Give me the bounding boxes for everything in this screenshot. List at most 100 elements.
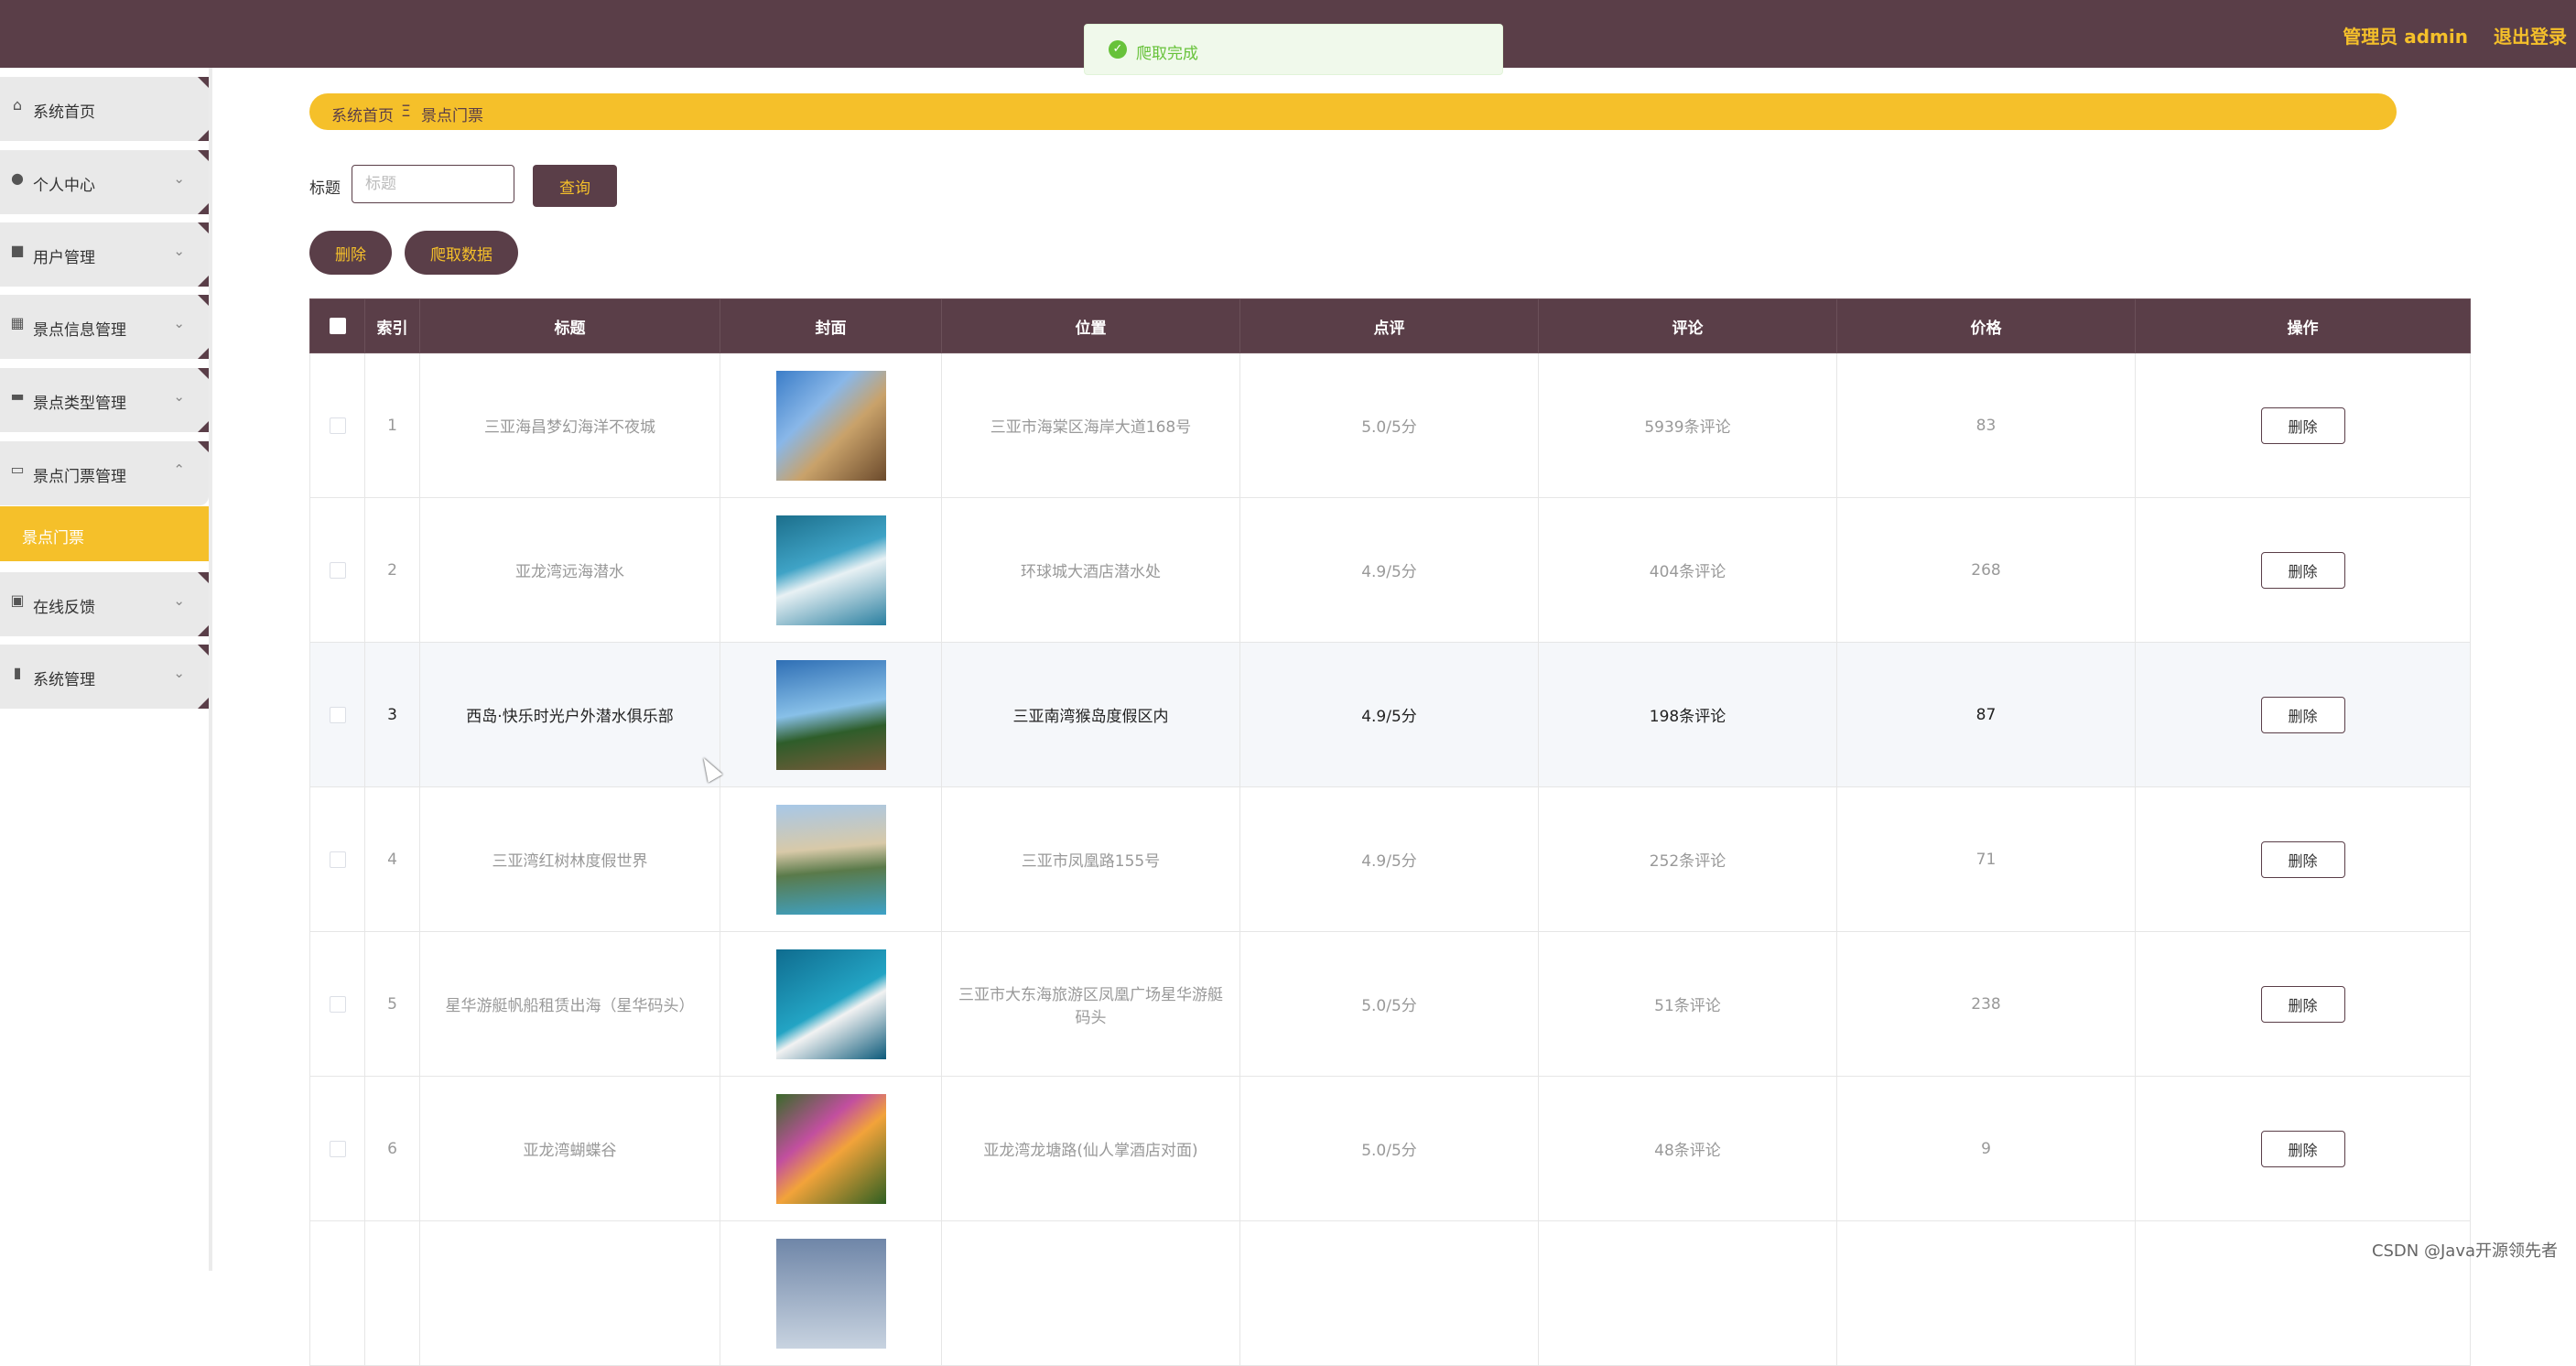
cell-title: 亚龙湾远海潜水	[419, 497, 720, 643]
search-label: 标题	[309, 179, 341, 198]
cell-comments: 252条评论	[1538, 786, 1837, 932]
cover-image	[775, 804, 886, 915]
cell-title: 亚龙湾蝴蝶谷	[419, 1076, 720, 1221]
query-button[interactable]: 查询	[533, 165, 617, 207]
column-header: 点评	[1239, 298, 1539, 353]
row-checkbox[interactable]	[329, 706, 346, 723]
sidebar: ⌂ 系统首页 ● 个人中心 ⌄ ■ 用户管理 ⌄ ▦ 景点信息管理 ⌄ ▬ 景点…	[0, 68, 212, 1271]
column-header: 操作	[2135, 298, 2471, 353]
success-toast: ✓ 爬取完成	[1084, 24, 1503, 75]
sidebar-item-scenic-type[interactable]: ▬ 景点类型管理 ⌄	[0, 368, 209, 432]
column-header: 位置	[941, 298, 1240, 353]
tickets-table: 索引 标题 封面 位置 点评 评论 价格 操作 1 三亚海昌梦幻海洋不夜城 三亚…	[309, 298, 2471, 1366]
row-delete-button[interactable]: 删除	[2260, 985, 2345, 1023]
cover-image	[775, 1093, 886, 1204]
cover-image	[775, 949, 886, 1059]
cell-location: 三亚市大东海旅游区凤凰广场星华游艇码头	[941, 931, 1240, 1077]
row-checkbox[interactable]	[329, 995, 346, 1013]
sidebar-item-label: 用户管理	[33, 249, 95, 267]
breadcrumb-home[interactable]: 系统首页	[331, 103, 394, 125]
cell-location: 亚龙湾龙塘路(仙人掌酒店对面)	[941, 1076, 1240, 1221]
home-icon: ⌂	[12, 96, 23, 114]
sidebar-item-home[interactable]: ⌂ 系统首页	[0, 77, 209, 141]
cell-index: 5	[364, 931, 420, 1077]
breadcrumb-separator-icon: Ξ	[401, 103, 411, 121]
chevron-down-icon: ⌄	[173, 592, 185, 609]
column-header: 价格	[1836, 298, 2136, 353]
table-row: 1 三亚海昌梦幻海洋不夜城 三亚市海棠区海岸大道168号 5.0/5分 5939…	[309, 352, 2471, 498]
table-row: 3 西岛·快乐时光户外潜水俱乐部 三亚南湾猴岛度假区内 4.9/5分 198条评…	[309, 642, 2471, 787]
cell-price: 83	[1836, 352, 2136, 498]
table-row: 4 三亚湾红树林度假世界 三亚市凤凰路155号 4.9/5分 252条评论 71…	[309, 786, 2471, 932]
cell-comments: 198条评论	[1538, 642, 1837, 787]
title-search-input[interactable]	[352, 165, 514, 203]
cell-index: 4	[364, 786, 420, 932]
cover-image	[775, 370, 886, 481]
cover-image	[775, 659, 886, 770]
grid-icon: ▦	[10, 314, 25, 331]
cell-location: 三亚市海棠区海岸大道168号	[941, 352, 1240, 498]
cell-rating: 4.9/5分	[1239, 497, 1539, 643]
sidebar-item-label: 个人中心	[33, 177, 95, 195]
briefcase-icon: ▬	[10, 387, 25, 405]
sidebar-item-system[interactable]: ▮ 系统管理 ⌄	[0, 645, 209, 709]
table-row: 6 亚龙湾蝴蝶谷 亚龙湾龙塘路(仙人掌酒店对面) 5.0/5分 48条评论 9 …	[309, 1076, 2471, 1221]
sidebar-item-label: 景点信息管理	[33, 321, 126, 340]
cover-image	[775, 515, 886, 625]
table-header-row: 索引 标题 封面 位置 点评 评论 价格 操作	[309, 298, 2471, 353]
row-delete-button[interactable]: 删除	[2260, 407, 2345, 444]
cell-title: 三亚海昌梦幻海洋不夜城	[419, 352, 720, 498]
cell-rating: 5.0/5分	[1239, 1076, 1539, 1221]
cell-location: 三亚南湾猴岛度假区内	[941, 642, 1240, 787]
submenu-item-tickets[interactable]: 景点门票	[0, 506, 209, 561]
sidebar-item-profile[interactable]: ● 个人中心 ⌄	[0, 150, 209, 214]
cell-comments: 48条评论	[1538, 1076, 1837, 1221]
sidebar-item-label: 景点门票管理	[33, 468, 126, 486]
clipboard-icon: ▣	[10, 591, 25, 609]
row-checkbox[interactable]	[329, 1140, 346, 1157]
sidebar-item-label: 系统首页	[33, 103, 95, 122]
cell-index: 3	[364, 642, 420, 787]
row-checkbox[interactable]	[329, 417, 346, 434]
cell-location: 三亚市凤凰路155号	[941, 786, 1240, 932]
batch-delete-button[interactable]: 删除	[309, 231, 392, 275]
breadcrumb: 系统首页 Ξ 景点门票	[309, 93, 2397, 130]
table-row: 2 亚龙湾远海潜水 环球城大酒店潜水处 4.9/5分 404条评论 268 删除	[309, 497, 2471, 643]
cell-title: 三亚湾红树林度假世界	[419, 786, 720, 932]
sidebar-item-scenic-info[interactable]: ▦ 景点信息管理 ⌄	[0, 295, 209, 359]
sidebar-item-tickets[interactable]: ▭ 景点门票管理 ⌃	[0, 441, 209, 505]
sidebar-item-users[interactable]: ■ 用户管理 ⌄	[0, 222, 209, 287]
logout-link[interactable]: 退出登录	[2494, 22, 2567, 49]
admin-label: 管理员 admin	[2343, 26, 2468, 48]
select-all-checkbox[interactable]	[329, 318, 346, 334]
ticket-icon: ▭	[10, 461, 25, 478]
cell-rating: 5.0/5分	[1239, 931, 1539, 1077]
cell-title: 星华游艇帆船租赁出海（星华码头）	[419, 931, 720, 1077]
cover-image	[775, 1238, 886, 1349]
watermark: CSDN @Java开源领先者	[2371, 1241, 2558, 1261]
cell-comments: 404条评论	[1538, 497, 1837, 643]
chevron-down-icon: ⌄	[173, 243, 185, 259]
breadcrumb-current: 景点门票	[421, 107, 483, 125]
users-icon: ■	[10, 242, 25, 259]
cell-price: 9	[1836, 1076, 2136, 1221]
cell-rating: 4.9/5分	[1239, 786, 1539, 932]
row-checkbox[interactable]	[329, 561, 346, 579]
sidebar-item-feedback[interactable]: ▣ 在线反馈 ⌄	[0, 572, 209, 636]
row-checkbox[interactable]	[329, 851, 346, 868]
cell-comments: 5939条评论	[1538, 352, 1837, 498]
row-delete-button[interactable]: 删除	[2260, 696, 2345, 733]
select-all-cell	[309, 298, 365, 353]
row-delete-button[interactable]: 删除	[2260, 551, 2345, 589]
row-delete-button[interactable]: 删除	[2260, 1130, 2345, 1167]
column-header: 评论	[1538, 298, 1837, 353]
row-delete-button[interactable]: 删除	[2260, 840, 2345, 878]
bar-chart-icon: ▮	[13, 664, 22, 681]
cell-price: 71	[1836, 786, 2136, 932]
cell-location: 环球城大酒店潜水处	[941, 497, 1240, 643]
table-row: 5 星华游艇帆船租赁出海（星华码头） 三亚市大东海旅游区凤凰广场星华游艇码头 5…	[309, 931, 2471, 1077]
crawl-data-button[interactable]: 爬取数据	[405, 231, 518, 275]
cell-rating: 4.9/5分	[1239, 642, 1539, 787]
column-header: 标题	[419, 298, 720, 353]
cell-price: 268	[1836, 497, 2136, 643]
